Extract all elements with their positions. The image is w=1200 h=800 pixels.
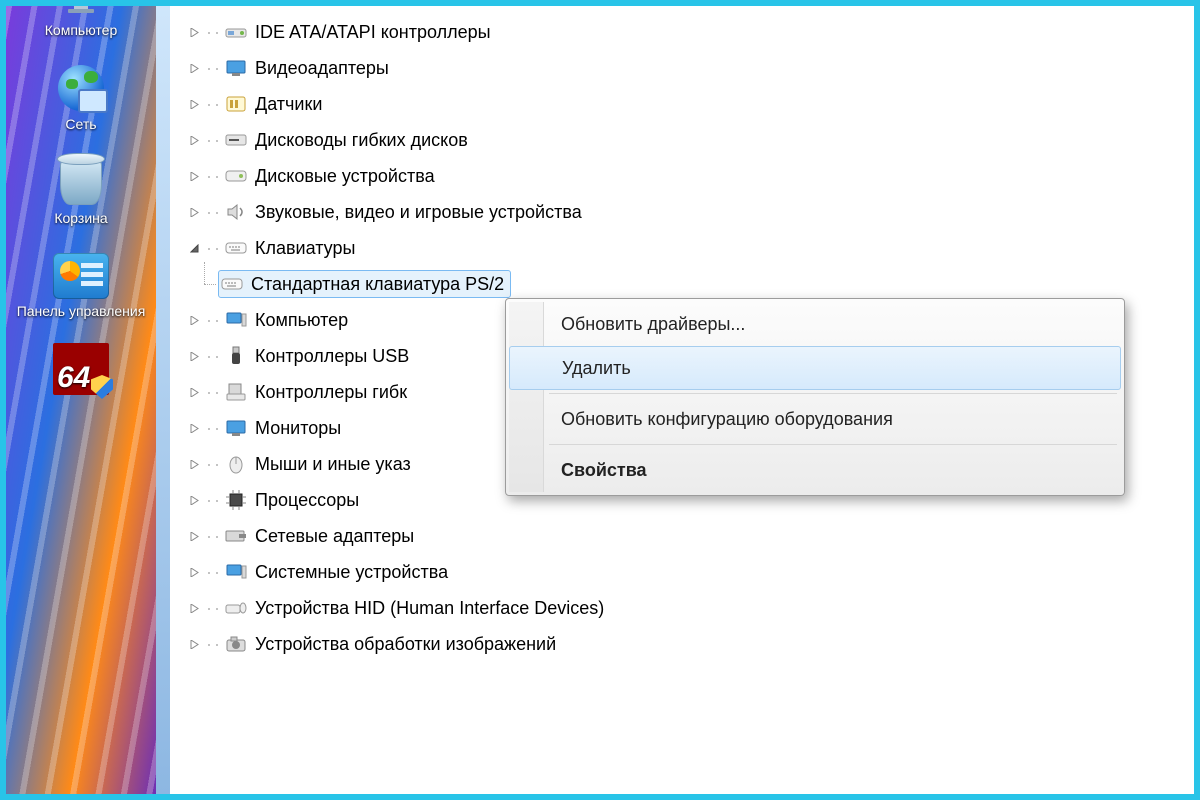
expand-collapsed-icon[interactable] xyxy=(188,458,200,470)
desktop-icon-label: Корзина xyxy=(54,210,107,226)
disk-drive-icon xyxy=(225,167,247,185)
tree-node-label: Компьютер xyxy=(255,310,348,331)
desktop-icon-label: Панель управления xyxy=(17,304,146,319)
ide-controller-icon xyxy=(225,23,247,41)
display-adapter-icon xyxy=(225,59,247,77)
tree-node-label: Видеоадаптеры xyxy=(255,58,389,79)
expand-collapsed-icon[interactable] xyxy=(188,206,200,218)
network-adapter-icon xyxy=(225,527,247,545)
tree-node-label: IDE ATA/ATAPI контроллеры xyxy=(255,22,491,43)
ctx-separator xyxy=(549,444,1117,445)
tree-node-label: Контроллеры гибк xyxy=(255,382,407,403)
imaging-device-icon xyxy=(225,635,247,653)
control-panel-icon xyxy=(53,252,109,300)
tree-node-sensors[interactable]: ·· Датчики xyxy=(188,86,1194,122)
tree-node-display-adapters[interactable]: ·· Видеоадаптеры xyxy=(188,50,1194,86)
cpu-icon xyxy=(225,491,247,509)
ctx-item-label: Обновить драйверы... xyxy=(561,314,745,335)
expand-collapsed-icon[interactable] xyxy=(188,530,200,542)
desktop-icon-network[interactable]: Сеть xyxy=(6,64,156,132)
ctx-item-label: Обновить конфигурацию оборудования xyxy=(561,409,893,430)
tree-node-label: Клавиатуры xyxy=(255,238,355,259)
hid-icon xyxy=(225,599,247,617)
tree-node-ide[interactable]: ·· IDE ATA/ATAPI контроллеры xyxy=(188,14,1194,50)
computer-icon xyxy=(53,6,109,18)
expand-collapsed-icon[interactable] xyxy=(188,566,200,578)
sound-icon xyxy=(225,203,247,221)
monitor-icon xyxy=(225,419,247,437)
ctx-update-drivers[interactable]: Обновить драйверы... xyxy=(509,302,1121,346)
ctx-item-label: Свойства xyxy=(561,460,647,481)
tree-node-keyboard-ps2[interactable]: Стандартная клавиатура PS/2 xyxy=(218,266,1194,302)
context-menu: Обновить драйверы... Удалить Обновить ко… xyxy=(505,298,1125,496)
tree-node-label: Датчики xyxy=(255,94,322,115)
desktop-icon-recycle-bin[interactable]: Корзина xyxy=(6,158,156,226)
expand-collapsed-icon[interactable] xyxy=(188,26,200,38)
tree-node-keyboards[interactable]: ·· Клавиатуры xyxy=(188,230,1194,266)
tree-node-label: Устройства обработки изображений xyxy=(255,634,556,655)
expand-collapsed-icon[interactable] xyxy=(188,638,200,650)
expand-collapsed-icon[interactable] xyxy=(188,314,200,326)
mouse-icon xyxy=(225,455,247,473)
keyboard-icon xyxy=(225,239,247,257)
tree-node-imaging[interactable]: ·· Устройства обработки изображений xyxy=(188,626,1194,662)
sensor-icon xyxy=(225,95,247,113)
tree-node-label: Стандартная клавиатура PS/2 xyxy=(251,274,504,295)
usb-icon xyxy=(225,347,247,365)
keyboard-icon xyxy=(221,275,243,293)
window-frame-edge xyxy=(156,6,171,794)
expand-collapsed-icon[interactable] xyxy=(188,602,200,614)
tree-node-label: Устройства HID (Human Interface Devices) xyxy=(255,598,604,619)
tree-node-label: Системные устройства xyxy=(255,562,448,583)
expand-expanded-icon[interactable] xyxy=(188,242,200,254)
recycle-bin-icon xyxy=(53,158,109,206)
ctx-separator xyxy=(549,393,1117,394)
desktop-icon-label: Сеть xyxy=(65,116,96,132)
expand-collapsed-icon[interactable] xyxy=(188,62,200,74)
ctx-uninstall[interactable]: Удалить xyxy=(509,346,1121,390)
expand-collapsed-icon[interactable] xyxy=(188,170,200,182)
tree-node-label: Дисководы гибких дисков xyxy=(255,130,468,151)
expand-collapsed-icon[interactable] xyxy=(188,350,200,362)
expand-collapsed-icon[interactable] xyxy=(188,134,200,146)
tree-node-label: Контроллеры USB xyxy=(255,346,409,367)
tree-node-floppy-drives[interactable]: ·· Дисководы гибких дисков xyxy=(188,122,1194,158)
expand-collapsed-icon[interactable] xyxy=(188,422,200,434)
tree-node-label: Звуковые, видео и игровые устройства xyxy=(255,202,582,223)
screenshot-frame: { "desktop": { "icons": [ {"label":"Комп… xyxy=(0,0,1200,800)
tree-node-network-adapters[interactable]: ·· Сетевые адаптеры xyxy=(188,518,1194,554)
tree-node-label: Сетевые адаптеры xyxy=(255,526,414,547)
tree-node-sound[interactable]: ·· Звуковые, видео и игровые устройства xyxy=(188,194,1194,230)
tree-node-hid[interactable]: ·· Устройства HID (Human Interface Devic… xyxy=(188,590,1194,626)
expand-collapsed-icon[interactable] xyxy=(188,494,200,506)
tree-node-disk-drives[interactable]: ·· Дисковые устройства xyxy=(188,158,1194,194)
tree-node-system-devices[interactable]: ·· Системные устройства xyxy=(188,554,1194,590)
system-device-icon xyxy=(225,563,247,581)
floppy-controller-icon xyxy=(225,383,247,401)
ctx-properties[interactable]: Свойства xyxy=(509,448,1121,492)
desktop-icon-control-panel[interactable]: Панель управления xyxy=(6,252,156,319)
aida64-icon: 64 xyxy=(53,345,109,393)
tree-node-label: Мыши и иные указ xyxy=(255,454,411,475)
tree-node-label: Процессоры xyxy=(255,490,359,511)
desktop: Компьютер Сеть Корзина Панель управления… xyxy=(6,6,156,794)
expand-collapsed-icon[interactable] xyxy=(188,98,200,110)
desktop-icon-computer[interactable]: Компьютер xyxy=(6,6,156,38)
ctx-item-label: Удалить xyxy=(562,358,631,379)
desktop-icon-aida64[interactable]: 64 xyxy=(6,345,156,397)
ctx-scan-hardware[interactable]: Обновить конфигурацию оборудования xyxy=(509,397,1121,441)
tree-node-label: Мониторы xyxy=(255,418,341,439)
floppy-drive-icon xyxy=(225,131,247,149)
network-icon xyxy=(53,64,109,112)
tree-selection: Стандартная клавиатура PS/2 xyxy=(218,270,511,298)
desktop-icon-label: Компьютер xyxy=(45,22,117,38)
computer-icon xyxy=(225,311,247,329)
tree-node-label: Дисковые устройства xyxy=(255,166,435,187)
expand-collapsed-icon[interactable] xyxy=(188,386,200,398)
